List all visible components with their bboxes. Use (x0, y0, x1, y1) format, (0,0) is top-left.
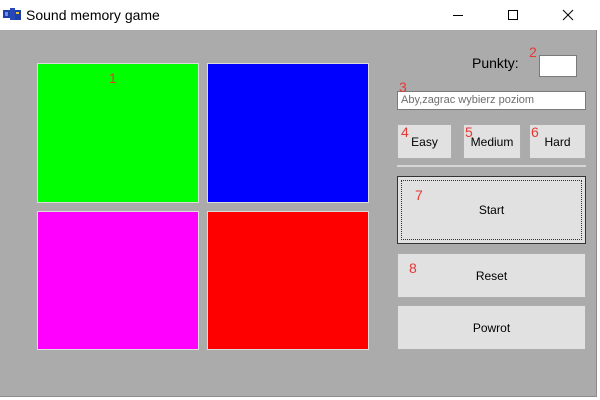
marker-7: 7 (415, 187, 423, 203)
close-button[interactable] (545, 0, 591, 30)
tile-green[interactable] (37, 63, 199, 203)
easy-button-label: Easy (411, 134, 438, 149)
minimize-button[interactable] (435, 0, 481, 30)
close-icon (562, 9, 574, 21)
back-button-label: Powrot (472, 320, 511, 335)
maximize-button[interactable] (490, 0, 536, 30)
reset-button-label: Reset (475, 268, 508, 283)
separator (397, 165, 586, 167)
marker-3: 3 (399, 79, 407, 95)
marker-4: 4 (401, 124, 409, 140)
level-prompt-field[interactable]: Aby,zagrac wybierz poziom (397, 91, 586, 110)
hard-button-label: Hard (544, 134, 571, 149)
tile-magenta[interactable] (37, 211, 199, 350)
marker-6: 6 (531, 124, 539, 140)
medium-button-label: Medium (470, 134, 514, 149)
score-field (539, 55, 577, 77)
start-button-label: Start (478, 203, 505, 217)
reset-button[interactable]: Reset (397, 253, 586, 298)
maximize-icon (508, 10, 518, 20)
marker-8: 8 (409, 260, 417, 276)
window-title: Sound memory game (26, 7, 160, 23)
tile-red[interactable] (207, 211, 369, 350)
minimize-icon (453, 15, 463, 16)
title-bar: Sound memory game (0, 0, 597, 30)
marker-5: 5 (465, 124, 473, 140)
marker-1: 1 (109, 70, 117, 86)
back-button[interactable]: Powrot (397, 305, 586, 350)
game-window: Sound memory game Punkty: Aby,zagrac wyb… (0, 0, 597, 397)
start-button[interactable]: Start (397, 176, 586, 244)
score-label: Punkty: (472, 55, 519, 71)
marker-2: 2 (529, 44, 537, 60)
tile-blue[interactable] (207, 63, 369, 203)
app-icon (3, 7, 21, 22)
